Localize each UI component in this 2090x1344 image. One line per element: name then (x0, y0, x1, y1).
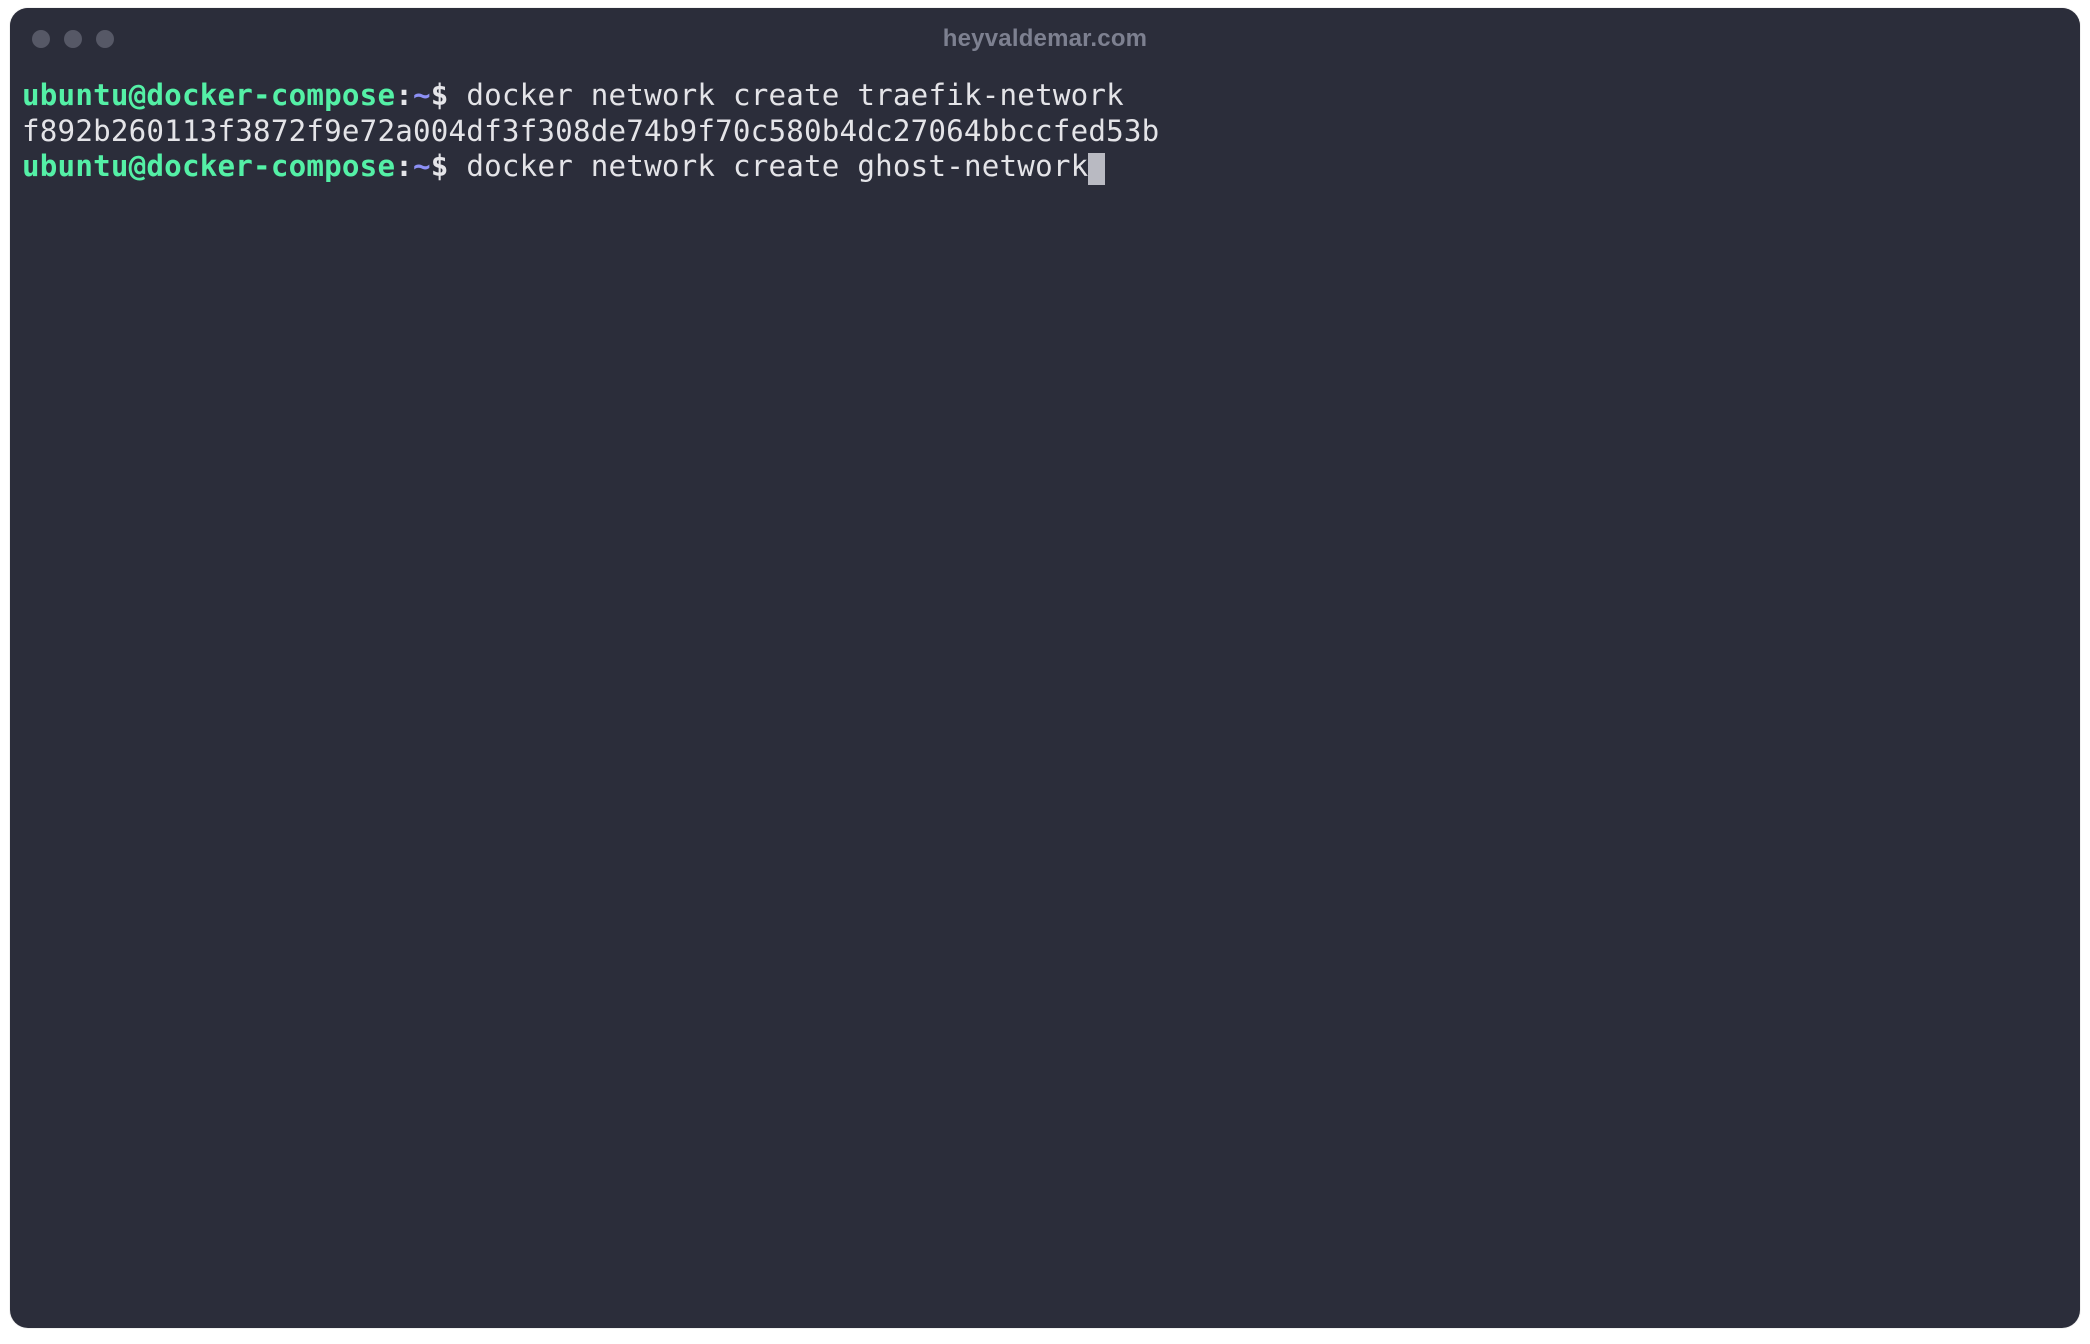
close-icon[interactable] (32, 30, 50, 48)
terminal-line-2: f892b260113f3872f9e72a004df3f308de74b9f7… (22, 114, 2068, 150)
window-controls (32, 30, 114, 48)
command-text: docker network create traefik-network (449, 78, 1124, 112)
window-title: heyvaldemar.com (943, 25, 1147, 53)
prompt-colon: : (395, 149, 413, 183)
terminal-line-3: ubuntu@docker-compose:~$ docker network … (22, 149, 2068, 185)
prompt-user-host: ubuntu@docker-compose (22, 149, 395, 183)
terminal-window: heyvaldemar.com ubuntu@docker-compose:~$… (10, 8, 2080, 1328)
output-text: f892b260113f3872f9e72a004df3f308de74b9f7… (22, 114, 1159, 148)
terminal-body[interactable]: ubuntu@docker-compose:~$ docker network … (10, 70, 2080, 1328)
prompt-path: ~ (413, 149, 431, 183)
prompt-dollar: $ (431, 149, 449, 183)
prompt-dollar: $ (431, 78, 449, 112)
terminal-line-1: ubuntu@docker-compose:~$ docker network … (22, 78, 2068, 114)
cursor-icon (1088, 153, 1105, 185)
maximize-icon[interactable] (96, 30, 114, 48)
prompt-colon: : (395, 78, 413, 112)
prompt-path: ~ (413, 78, 431, 112)
command-text: docker network create ghost-network (449, 149, 1089, 183)
title-bar: heyvaldemar.com (10, 8, 2080, 70)
minimize-icon[interactable] (64, 30, 82, 48)
prompt-user-host: ubuntu@docker-compose (22, 78, 395, 112)
